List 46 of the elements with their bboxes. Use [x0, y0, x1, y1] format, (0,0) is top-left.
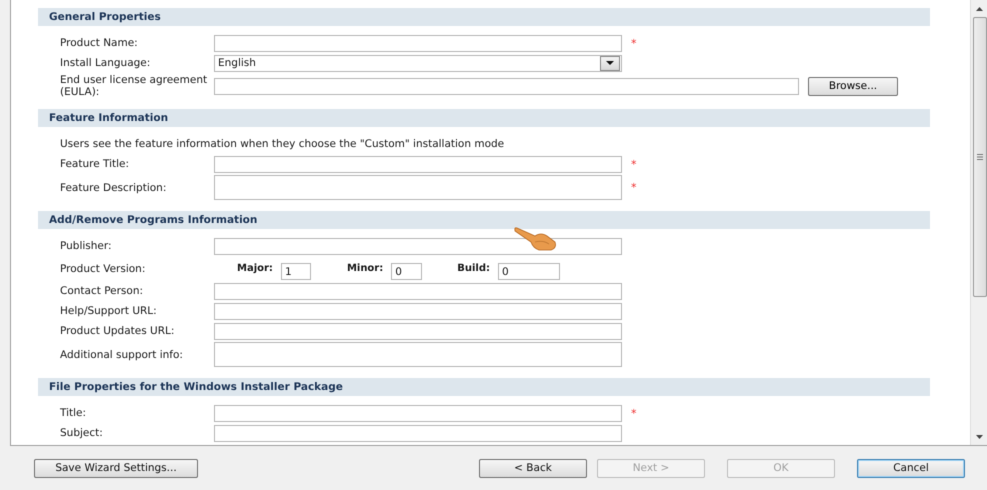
browse-button[interactable]: Browse... — [808, 76, 898, 96]
input-field[interactable] — [214, 404, 622, 422]
version-label: Minor: — [346, 263, 384, 274]
field-label: Additional support info: — [59, 348, 184, 360]
info-text: Users see the feature information when they choose the "Custom" installation mode — [59, 138, 504, 150]
field-label: Publisher: — [59, 240, 113, 252]
field-label: Feature Description: — [59, 182, 168, 194]
input-field[interactable] — [214, 34, 622, 52]
required-mark: * — [631, 406, 636, 420]
input-field[interactable] — [214, 424, 622, 442]
dialog-button[interactable]: < Back — [479, 458, 587, 478]
field-label: Install Language: — [59, 57, 152, 69]
scrollbar[interactable] — [970, 0, 987, 445]
field-label: End user license agreement (EULA): — [59, 74, 208, 98]
required-mark: * — [631, 36, 636, 50]
version-label: Major: — [237, 263, 273, 274]
dialog-button[interactable]: Cancel — [857, 458, 965, 478]
input-field[interactable] — [214, 282, 622, 300]
scroll-thumb[interactable] — [972, 17, 986, 297]
input-field[interactable] — [214, 78, 799, 94]
field-label: Subject: — [59, 427, 104, 439]
input-field[interactable] — [214, 238, 622, 254]
field-label: Help/Support URL: — [59, 305, 158, 317]
required-mark: * — [631, 158, 636, 170]
text-area[interactable] — [214, 175, 622, 200]
field-label: Contact Person: — [59, 285, 144, 297]
language-dropdown[interactable]: English — [214, 54, 622, 72]
field-label: Product Version: — [59, 262, 146, 274]
section-header: File Properties for the Windows Installer Package — [38, 378, 930, 396]
section-header: Add/Remove Programs Information — [38, 211, 930, 229]
field-label: Title: — [59, 407, 88, 419]
field-label: Feature Title: — [59, 158, 130, 170]
section-header: General Properties — [38, 8, 930, 26]
dialog-button[interactable]: Save Wizard Settings... — [34, 458, 198, 478]
version-field[interactable]: 0 — [498, 263, 560, 280]
text-area[interactable] — [214, 342, 622, 367]
field-label: Product Updates URL: — [59, 325, 176, 337]
version-field[interactable]: 0 — [391, 263, 422, 280]
version-field[interactable]: 1 — [280, 263, 311, 280]
version-label: Build: — [457, 263, 490, 274]
required-mark: * — [631, 181, 636, 194]
input-field[interactable] — [214, 302, 622, 320]
input-field[interactable] — [214, 156, 622, 172]
section-header: Feature Information — [38, 109, 930, 127]
input-field[interactable] — [214, 322, 622, 340]
field-label: Product Name: — [59, 37, 139, 49]
